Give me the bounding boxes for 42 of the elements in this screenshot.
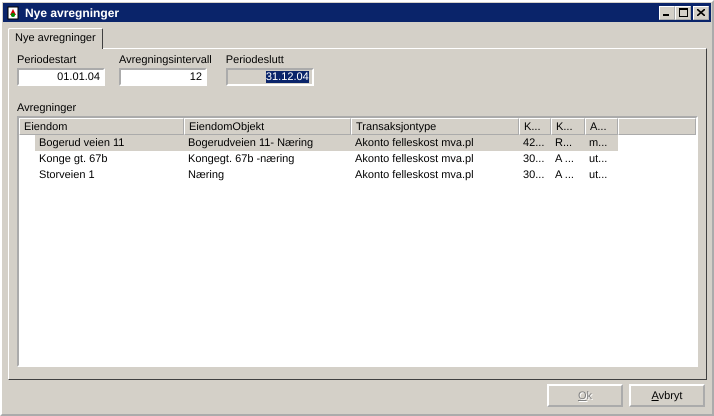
column-header[interactable]: Transaksjontype bbox=[351, 118, 519, 135]
table-cell-text: ut... bbox=[588, 153, 608, 165]
tab[interactable]: Nye avregninger bbox=[8, 28, 103, 49]
input-field[interactable]: 12 bbox=[119, 68, 207, 86]
minimize-button[interactable] bbox=[659, 6, 675, 20]
close-icon bbox=[697, 9, 705, 16]
column-header[interactable]: Eiendom bbox=[19, 118, 184, 135]
table-cell-text: m... bbox=[588, 137, 608, 149]
table-cell-text: Storveien 1 bbox=[38, 169, 96, 181]
table-cell-text: A ... bbox=[554, 153, 575, 165]
dialog-button[interactable]: Avbryt bbox=[629, 384, 705, 407]
close-button[interactable] bbox=[693, 6, 709, 20]
column-header[interactable]: A... bbox=[585, 118, 618, 135]
table-cell-text: Akonto felleskost mva.pl bbox=[354, 137, 475, 149]
notepad-icon bbox=[5, 4, 21, 20]
table-cell-text: A ... bbox=[554, 169, 575, 181]
table-cell-text: Bogerudveien 11- Næring bbox=[187, 137, 314, 149]
table-cell-text: ut... bbox=[588, 169, 608, 181]
maximize-icon bbox=[678, 8, 688, 17]
input-field[interactable]: 01.01.04 bbox=[17, 68, 105, 86]
column-header[interactable]: EiendomObjekt bbox=[184, 118, 351, 135]
table-cell-text: Konge gt. 67b bbox=[38, 153, 109, 165]
list-label: Avregninger bbox=[17, 102, 78, 114]
field-label: Avregningsintervall bbox=[119, 54, 212, 66]
list-row[interactable]: Bogerud veien 11 Bogerudveien 11- Næring Akonto felleskost mva.pl 42... R... m... bbox=[35, 135, 618, 151]
table-cell-text: 30... bbox=[522, 169, 546, 181]
table-cell-text: R... bbox=[554, 137, 574, 149]
maximize-button[interactable] bbox=[675, 6, 691, 20]
list-row[interactable]: Konge gt. 67b Kongegt. 67b -næring Akonto felleskost mva.pl 30... A ... ut... bbox=[35, 151, 618, 167]
table-cell-text: Næring bbox=[187, 169, 226, 181]
column-header[interactable]: K... bbox=[519, 118, 551, 135]
table-cell-text: Akonto felleskost mva.pl bbox=[354, 153, 475, 165]
table-cell-text: Kongegt. 67b -næring bbox=[187, 153, 296, 165]
column-header[interactable]: K... bbox=[551, 118, 585, 135]
table-cell-text: Akonto felleskost mva.pl bbox=[354, 169, 475, 181]
window-title: Nye avregninger bbox=[25, 6, 120, 20]
field-label: Periodeslutt bbox=[226, 54, 285, 66]
table-cell-text: 42... bbox=[522, 137, 546, 149]
field-label: Periodestart bbox=[17, 54, 78, 66]
table-cell-text: Bogerud veien 11 bbox=[38, 137, 126, 149]
list-row[interactable]: Storveien 1 Næring Akonto felleskost mva.pl 30... A ... ut... bbox=[35, 167, 618, 183]
table-cell-text: 30... bbox=[522, 153, 546, 165]
